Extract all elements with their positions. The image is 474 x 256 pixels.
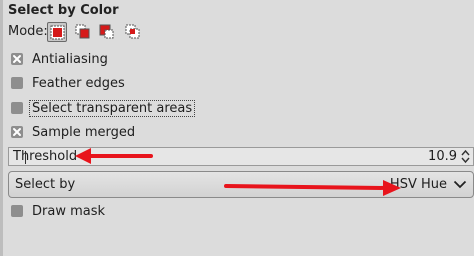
select-by-dropdown[interactable]: Select by HSV Hue (8, 171, 474, 198)
threshold-label: Threshold (13, 149, 78, 164)
check-x-icon (13, 55, 21, 63)
select-transparent-option[interactable]: Select transparent areas (11, 99, 196, 117)
text-caret (25, 151, 26, 164)
feather-edges-label: Feather edges (32, 75, 125, 91)
feather-edges-checkbox[interactable] (11, 77, 23, 89)
mode-replace-button[interactable] (47, 22, 67, 42)
threshold-spinscale[interactable]: Threshold 10.9 (8, 147, 474, 166)
mode-replace-icon (50, 25, 65, 40)
antialiasing-label: Antialiasing (32, 51, 108, 67)
mode-intersect-icon (125, 24, 140, 39)
sample-merged-checkbox[interactable] (11, 126, 23, 138)
mode-label: Mode: (8, 24, 48, 39)
feather-edges-option[interactable]: Feather edges (11, 74, 125, 92)
sample-merged-label: Sample merged (32, 124, 136, 140)
spin-arrows-icon[interactable] (461, 149, 470, 164)
threshold-value[interactable]: 10.9 (428, 149, 457, 164)
draw-mask-label: Draw mask (32, 203, 106, 219)
chevron-down-icon[interactable] (453, 180, 467, 189)
mode-add-button[interactable] (73, 22, 93, 42)
select-transparent-label: Select transparent areas (29, 99, 196, 117)
select-by-value[interactable]: HSV Hue (390, 177, 447, 192)
antialiasing-option[interactable]: Antialiasing (11, 50, 108, 68)
mode-subtract-icon (99, 24, 114, 39)
panel-title: Select by Color (8, 3, 119, 18)
select-transparent-checkbox[interactable] (11, 102, 23, 114)
mode-add-icon (75, 24, 90, 39)
select-by-color-panel: Select by Color Mode: Antialiasing Feath… (0, 0, 474, 256)
sample-merged-option[interactable]: Sample merged (11, 123, 135, 141)
antialiasing-checkbox[interactable] (11, 53, 23, 65)
select-by-label: Select by (15, 177, 76, 192)
draw-mask-checkbox[interactable] (11, 205, 23, 217)
mode-intersect-button[interactable] (123, 22, 143, 42)
mode-subtract-button[interactable] (97, 22, 117, 42)
draw-mask-option[interactable]: Draw mask (11, 202, 105, 220)
check-x-icon (13, 128, 21, 136)
